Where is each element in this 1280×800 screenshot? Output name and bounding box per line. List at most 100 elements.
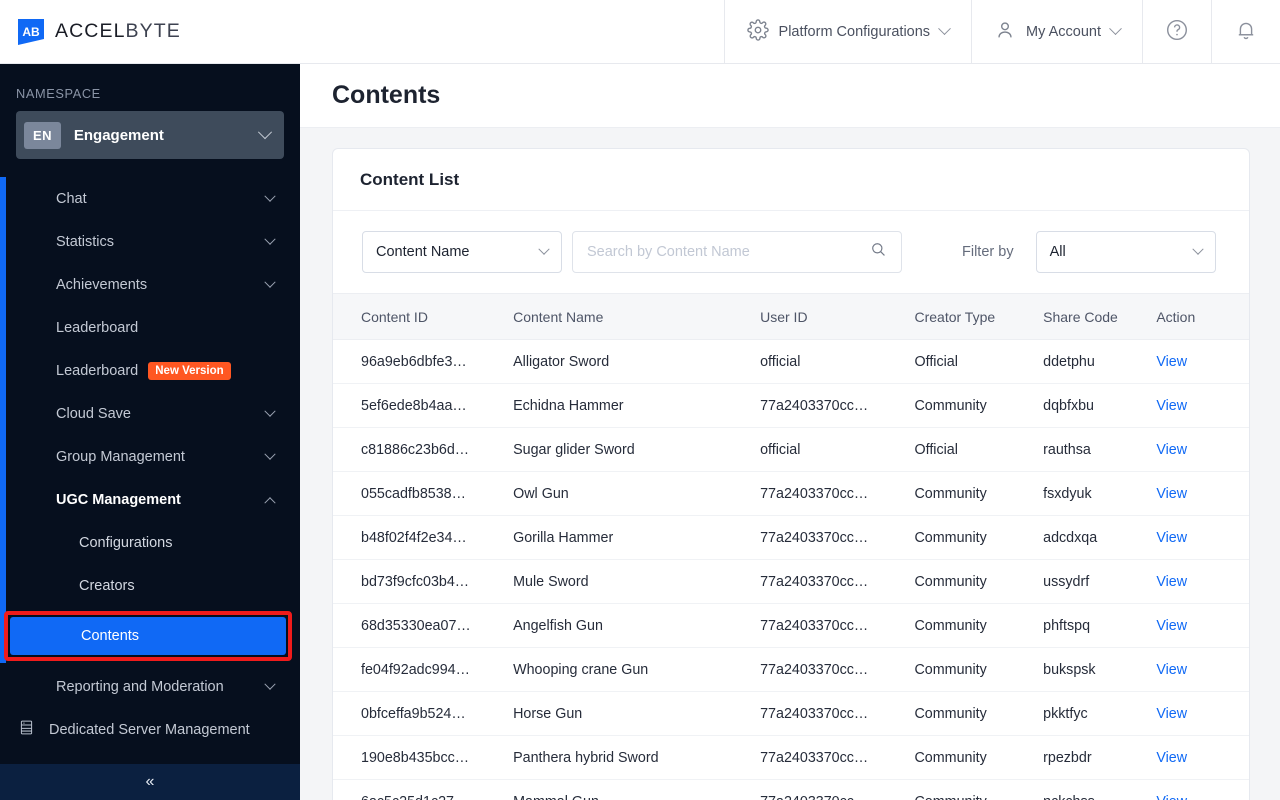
chevron-down-icon xyxy=(264,276,276,288)
sidebar-item-configurations[interactable]: Configurations xyxy=(0,521,300,564)
namespace-selector[interactable]: EN Engagement xyxy=(16,111,284,159)
sidebar-collapse-button[interactable]: « xyxy=(0,764,300,800)
column-header-action: Action xyxy=(1156,293,1249,340)
platform-configurations-label: Platform Configurations xyxy=(778,23,931,40)
help-circle-icon xyxy=(1165,18,1189,46)
content-table: Content ID Content Name User ID Creator … xyxy=(333,293,1249,800)
cell-creator-type: Community xyxy=(914,515,1044,560)
sidebar-item-group-management[interactable]: Group Management xyxy=(0,435,300,478)
gear-icon xyxy=(746,18,769,45)
top-bar: AB ACCELBYTE Platform Configurations My … xyxy=(0,0,1280,64)
chevron-down-icon xyxy=(264,678,276,690)
view-link[interactable]: View xyxy=(1156,515,1249,560)
sidebar-item-achievements[interactable]: Achievements xyxy=(0,263,300,306)
cell-content-name: Angelfish Gun xyxy=(513,603,761,648)
cell-creator-type: Community xyxy=(914,779,1044,800)
sidebar-item-label: Leaderboard xyxy=(56,319,139,336)
table-row[interactable]: 5ef6ede8b4aa… Echidna Hammer 77a2403370cc…… xyxy=(333,383,1249,428)
my-account-menu[interactable]: My Account xyxy=(971,0,1142,64)
table-row[interactable]: 96a9eb6dbfe3… Alligator Sword official Offi… xyxy=(333,339,1249,384)
sidebar-item-reporting-and-moderation[interactable]: Reporting and Moderation xyxy=(0,665,300,708)
cell-content-name: Owl Gun xyxy=(513,471,761,516)
search-input[interactable] xyxy=(587,244,870,260)
platform-configurations-menu[interactable]: Platform Configurations xyxy=(723,0,972,64)
view-link[interactable]: View xyxy=(1156,647,1249,692)
cell-user-id: 77a2403370cc… xyxy=(760,515,915,560)
sidebar: NAMESPACE EN Engagement Chat Statistics … xyxy=(0,64,300,800)
cell-content-id: 055cadfb8538… xyxy=(333,471,514,516)
namespace-badge: EN xyxy=(24,121,61,149)
view-link[interactable]: View xyxy=(1156,559,1249,604)
view-link[interactable]: View xyxy=(1156,603,1249,648)
search-icon[interactable] xyxy=(870,241,887,263)
notifications-button[interactable] xyxy=(1211,0,1280,64)
cell-content-id: 190e8b435bcc… xyxy=(333,735,514,780)
column-header-content-id[interactable]: Content ID xyxy=(333,293,514,340)
view-link[interactable]: View xyxy=(1156,427,1249,472)
brand-name-bold: ACCEL xyxy=(55,20,126,42)
sidebar-item-creators[interactable]: Creators xyxy=(0,564,300,607)
view-link[interactable]: View xyxy=(1156,691,1249,736)
cell-content-id: 0bfceffa9b524… xyxy=(333,691,514,736)
content-list-card: Content List Content Name Filter by All xyxy=(332,148,1250,800)
cell-creator-type: Community xyxy=(914,691,1044,736)
sidebar-item-chat[interactable]: Chat xyxy=(0,177,300,220)
table-row[interactable]: 055cadfb8538… Owl Gun 77a2403370cc… Communi… xyxy=(333,471,1249,516)
cell-content-id: 96a9eb6dbfe3… xyxy=(333,339,514,384)
cell-user-id: official xyxy=(760,427,915,472)
cell-creator-type: Community xyxy=(914,603,1044,648)
table-row[interactable]: bd73f9cfc03b4… Mule Sword 77a2403370cc… Com… xyxy=(333,559,1249,604)
view-link[interactable]: View xyxy=(1156,383,1249,428)
column-header-content-name[interactable]: Content Name xyxy=(513,293,761,340)
search-box[interactable] xyxy=(572,231,902,273)
sidebar-item-leaderboard[interactable]: Leaderboard xyxy=(0,306,300,349)
table-row[interactable]: 0bfceffa9b524… Horse Gun 77a2403370cc… Comm… xyxy=(333,691,1249,736)
column-header-creator-type[interactable]: Creator Type xyxy=(914,293,1044,340)
page-title: Contents xyxy=(332,81,441,109)
view-link[interactable]: View xyxy=(1156,735,1249,780)
table-row[interactable]: fe04f92adc994… Whooping crane Gun 77a24033… xyxy=(333,647,1249,692)
sidebar-item-ugc-management[interactable]: UGC Management xyxy=(0,478,300,521)
chevron-down-icon xyxy=(538,243,550,255)
filter-by-value: All xyxy=(1049,244,1066,260)
table-row[interactable]: 68d35330ea07… Angelfish Gun 77a2403370cc… C… xyxy=(333,603,1249,648)
sidebar-item-dedicated-server-management[interactable]: Dedicated Server Management xyxy=(0,708,300,751)
column-header-share-code[interactable]: Share Code xyxy=(1043,293,1157,340)
sidebar-item-leaderboard-new-version[interactable]: Leaderboard New Version xyxy=(0,349,300,392)
sidebar-item-contents[interactable]: Contents xyxy=(10,617,286,655)
cell-user-id: 77a2403370cc… xyxy=(760,647,915,692)
svg-text:AB: AB xyxy=(22,25,40,39)
table-header-row: Content ID Content Name User ID Creator … xyxy=(333,293,1249,340)
view-link[interactable]: View xyxy=(1156,779,1249,800)
view-link[interactable]: View xyxy=(1156,339,1249,384)
cell-creator-type: Official xyxy=(914,427,1044,472)
cell-content-name: Echidna Hammer xyxy=(513,383,761,428)
cell-user-id: 77a2403370cc… xyxy=(760,735,915,780)
filter-by-select[interactable]: All xyxy=(1035,231,1216,273)
table-row[interactable]: b48f02f4f2e34… Gorilla Hammer 77a2403370cc… xyxy=(333,515,1249,560)
sidebar-item-label: Cloud Save xyxy=(56,405,131,422)
sidebar-item-label: Achievements xyxy=(56,276,148,293)
table-row[interactable]: 6ac5c25d1c27Mammal Gun77a2403370ccCommun… xyxy=(333,779,1249,800)
view-link[interactable]: View xyxy=(1156,471,1249,516)
column-header-user-id[interactable]: User ID xyxy=(760,293,915,340)
table-header: Content ID Content Name User ID Creator … xyxy=(333,293,1249,340)
sidebar-item-statistics[interactable]: Statistics xyxy=(0,220,300,263)
table-row[interactable]: c81886c23b6d… Sugar glider Sword official O… xyxy=(333,427,1249,472)
contents-highlight-box: Contents xyxy=(4,611,292,661)
cell-share-code: dqbfxbu xyxy=(1043,383,1157,428)
cell-user-id: 77a2403370cc… xyxy=(760,603,915,648)
help-button[interactable] xyxy=(1142,0,1211,64)
namespace-value: Engagement xyxy=(73,126,164,144)
cell-content-id: fe04f92adc994… xyxy=(333,647,514,692)
brand-logo[interactable]: AB ACCELBYTE xyxy=(0,17,181,47)
brand-name: ACCELBYTE xyxy=(55,20,181,43)
cell-content-name: Alligator Sword xyxy=(513,339,761,384)
sidebar-item-label: Leaderboard xyxy=(56,362,139,379)
cell-user-id: 77a2403370cc xyxy=(760,779,915,800)
cell-share-code: ddetphu xyxy=(1043,339,1157,384)
sidebar-item-cloud-save[interactable]: Cloud Save xyxy=(0,392,300,435)
search-field-select[interactable]: Content Name xyxy=(362,231,562,273)
cell-user-id: 77a2403370cc… xyxy=(760,559,915,604)
table-row[interactable]: 190e8b435bcc… Panthera hybrid Sword 77a240… xyxy=(333,735,1249,780)
